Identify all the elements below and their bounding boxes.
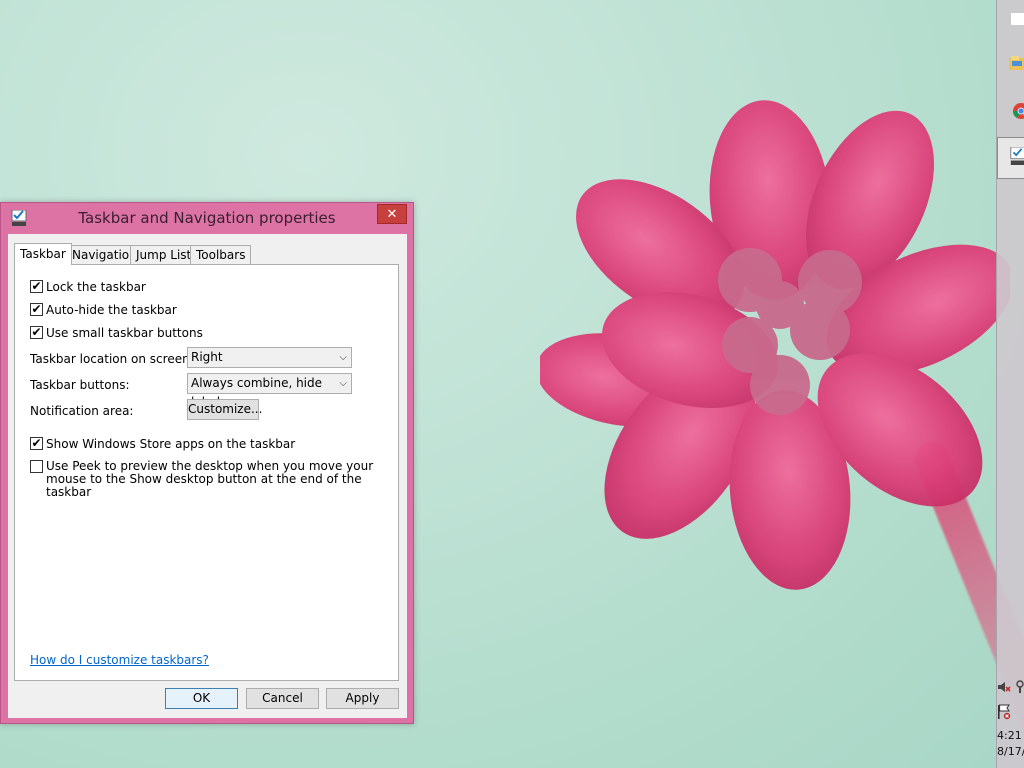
action-center-flag-icon[interactable]	[997, 704, 1011, 720]
close-icon: ✕	[386, 207, 398, 222]
wallpaper-flower	[540, 100, 1010, 590]
chrome-icon	[1012, 103, 1024, 119]
store-apps-checkbox[interactable]: ✔	[30, 437, 43, 450]
store-apps-label: Show Windows Store apps on the taskbar	[46, 437, 296, 451]
desktop: 4:21 P 8/17/2 Taskbar and Navigation pro…	[0, 0, 1024, 768]
location-label: Taskbar location on screen:	[30, 352, 194, 366]
taskbar-buttons-label: Taskbar buttons:	[30, 378, 130, 392]
taskbar-properties-dialog: Taskbar and Navigation properties ✕ Task…	[0, 202, 414, 724]
clock-time: 4:21 P	[997, 729, 1024, 742]
cancel-button[interactable]: Cancel	[246, 688, 319, 709]
auto-hide-label: Auto-hide the taskbar	[46, 303, 177, 317]
start-icon	[1011, 13, 1024, 25]
chevron-down-icon: ⌵	[339, 352, 347, 363]
apply-button[interactable]: Apply	[326, 688, 399, 709]
system-clock[interactable]: 4:21 P 8/17/2	[997, 728, 1024, 760]
location-dropdown[interactable]: Right ⌵	[187, 347, 352, 368]
auto-hide-checkbox[interactable]: ✔	[30, 303, 43, 316]
taskbar-properties-icon	[1010, 147, 1024, 165]
chevron-down-icon: ⌵	[339, 378, 347, 389]
taskbar: 4:21 P 8/17/2	[996, 0, 1024, 768]
small-buttons-label: Use small taskbar buttons	[46, 326, 203, 340]
location-value: Right	[191, 350, 223, 364]
small-buttons-checkbox[interactable]: ✔	[30, 326, 43, 339]
help-link[interactable]: How do I customize taskbars?	[30, 653, 209, 667]
dialog-client-area: Taskbar Navigation Jump Lists Toolbars ✔…	[8, 234, 407, 718]
ok-button[interactable]: OK	[165, 688, 238, 709]
tab-toolbars[interactable]: Toolbars	[190, 245, 252, 264]
speaker-muted-icon[interactable]	[997, 680, 1011, 694]
start-button[interactable]	[997, 0, 1024, 40]
title-bar[interactable]: Taskbar and Navigation properties ✕	[1, 203, 413, 234]
taskbar-item-file-explorer[interactable]	[997, 44, 1024, 84]
notification-area-label: Notification area:	[30, 404, 134, 418]
tab-panel-taskbar: ✔ Lock the taskbar ✔ Auto-hide the taskb…	[14, 264, 399, 681]
peek-checkbox[interactable]	[30, 460, 43, 473]
peek-label: Use Peek to preview the desktop when you…	[46, 459, 374, 499]
file-explorer-icon	[1009, 56, 1024, 70]
tab-taskbar[interactable]: Taskbar	[14, 243, 72, 265]
taskbar-item-chrome[interactable]	[997, 92, 1024, 132]
close-button[interactable]: ✕	[377, 204, 407, 224]
clock-date: 8/17/2	[997, 745, 1024, 758]
taskbar-buttons-dropdown[interactable]: Always combine, hide labels ⌵	[187, 373, 352, 409]
taskbar-item-taskbar-properties[interactable]	[997, 137, 1024, 179]
lock-taskbar-label: Lock the taskbar	[46, 280, 146, 294]
customize-button[interactable]: Customize...	[187, 399, 262, 420]
dialog-title: Taskbar and Navigation properties	[78, 209, 336, 227]
lock-taskbar-checkbox[interactable]: ✔	[30, 280, 43, 293]
network-icon[interactable]	[1015, 680, 1024, 694]
